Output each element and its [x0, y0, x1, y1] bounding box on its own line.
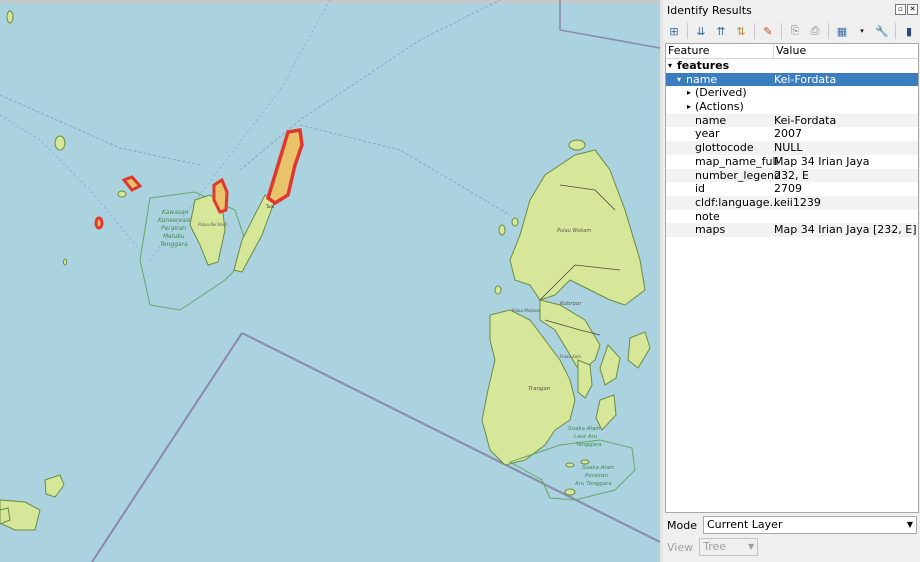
- panel-window-buttons: ▫ ✕: [895, 4, 918, 15]
- derived-label: (Derived): [695, 86, 747, 100]
- help-icon[interactable]: ▮: [902, 24, 916, 38]
- identify-toolbar: ⊞ ⇊ ⇈ ⇅ ✎ ⎘ ⎙ ▦ ▾ 🔧 ▮: [667, 20, 916, 42]
- toolbar-separator: [781, 23, 782, 39]
- attribute-row[interactable]: id 2709: [666, 182, 918, 196]
- label-aru-upper-1: Suaka Alam: [568, 426, 601, 432]
- toolbar-separator: [828, 23, 829, 39]
- label-kawasan-3: Perairan: [161, 225, 186, 232]
- label-tual: Tual: [265, 204, 274, 209]
- attribute-key: cldf:language...: [695, 195, 780, 209]
- float-icon[interactable]: ▫: [895, 4, 906, 15]
- tree-header: Feature Value: [666, 44, 918, 59]
- mode-select[interactable]: Current Layer ▼: [702, 516, 917, 534]
- label-kawasan-4: Maluku: [163, 233, 185, 240]
- attribute-row[interactable]: maps Map 34 Irian Jaya [232, E]: [666, 223, 918, 237]
- dropdown-arrow-icon[interactable]: ▾: [855, 24, 869, 38]
- attribute-key: name: [695, 113, 727, 127]
- mode-value: Current Layer: [706, 518, 783, 531]
- collapse-icon[interactable]: ⇊: [694, 24, 708, 38]
- label-aru-lower-2: Perairan: [585, 473, 608, 479]
- selected-key: name: [686, 72, 718, 86]
- attribute-key: note: [695, 209, 720, 223]
- label-kawasan-1: Kawasan: [162, 209, 189, 216]
- expand-icon[interactable]: ⊞: [667, 24, 681, 38]
- chevron-right-icon[interactable]: ▸: [687, 100, 691, 114]
- attribute-key: year: [695, 127, 720, 141]
- attribute-value: Map 34 Irian Jaya: [774, 154, 870, 168]
- clear-highlight-icon[interactable]: ✎: [761, 24, 775, 38]
- settings-icon[interactable]: 🔧: [875, 24, 889, 38]
- attribute-key: id: [695, 182, 706, 196]
- attribute-row[interactable]: cldf:language... keii1239: [666, 195, 918, 210]
- derived-row[interactable]: ▸ (Derived): [666, 86, 918, 100]
- selected-feature-row[interactable]: ▾ name Kei-Fordata: [666, 72, 918, 87]
- attribute-row[interactable]: name Kei-Fordata: [666, 113, 918, 128]
- label-aru-upper-3: Tenggara: [576, 442, 602, 448]
- form-icon[interactable]: ▦: [835, 24, 849, 38]
- label-pulau-wokam: Pulau Wokam: [557, 228, 591, 234]
- attribute-row[interactable]: map_name_full Map 34 Irian Jaya: [666, 155, 918, 169]
- label-kei-kecil: Pulau Kei Kecil: [198, 222, 228, 227]
- attribute-key: map_name_full: [695, 154, 779, 168]
- features-row[interactable]: ▾ features: [666, 59, 918, 73]
- mode-bar: Mode Current Layer ▼: [667, 515, 917, 535]
- chevron-down-icon[interactable]: ▾: [677, 73, 681, 87]
- results-tree[interactable]: Feature Value ▾ features ▾ name Kei-Ford…: [665, 43, 919, 513]
- attribute-value: Kei-Fordata: [774, 113, 837, 127]
- attribute-value: keii1239: [774, 195, 821, 209]
- identify-results-panel: Identify Results ▫ ✕ ⊞ ⇊ ⇈ ⇅ ✎ ⎘ ⎙ ▦ ▾ 🔧…: [663, 0, 920, 562]
- attribute-key: number_legend: [695, 168, 781, 182]
- toolbar-separator: [687, 23, 688, 39]
- panel-title: Identify Results: [667, 4, 752, 17]
- expand-new-icon[interactable]: ⇈: [714, 24, 728, 38]
- toolbar-separator: [754, 23, 755, 39]
- selected-value: Kei-Fordata: [774, 72, 837, 86]
- label-aru-upper-2: Laut Aru: [574, 434, 598, 440]
- attribute-value: 232, E: [774, 168, 809, 182]
- toolbar-separator: [895, 23, 896, 39]
- view-select[interactable]: Tree ▼: [699, 538, 759, 556]
- collapse-all-icon[interactable]: ⇅: [734, 24, 748, 38]
- attribute-value: 2007: [774, 127, 802, 141]
- label-aru-lower-1: Suaka Alam: [582, 465, 615, 471]
- attribute-value: 2709: [774, 182, 802, 196]
- label-pulau-maikoor: Pulau Maikoor: [512, 308, 541, 313]
- label-aru-lower-3: Aru Tenggara: [574, 481, 612, 487]
- label-pulau-kola: Pulau Kola: [560, 354, 581, 359]
- column-feature[interactable]: Feature: [666, 44, 774, 58]
- label-trangan: Trangan: [528, 386, 551, 392]
- features-label: features: [677, 59, 730, 72]
- chevron-down-icon[interactable]: ▾: [668, 59, 672, 73]
- view-bar: View Tree ▼: [667, 538, 759, 556]
- attribute-row[interactable]: year 2007: [666, 127, 918, 141]
- attribute-row[interactable]: note: [666, 210, 918, 224]
- attribute-row[interactable]: glottocode NULL: [666, 141, 918, 155]
- attribute-value: Map 34 Irian Jaya [232, E]: [774, 223, 916, 237]
- view-value: Tree: [703, 540, 727, 553]
- close-icon[interactable]: ✕: [907, 4, 918, 15]
- chevron-down-icon: ▼: [906, 520, 913, 529]
- actions-row[interactable]: ▸ (Actions): [666, 100, 918, 114]
- highlight-kei-kecil: [212, 177, 229, 214]
- attribute-value: NULL: [774, 141, 803, 155]
- mode-label: Mode: [667, 518, 697, 532]
- map-canvas[interactable]: Kawasan Konservasi Perairan Maluku Tengg…: [0, 0, 660, 562]
- label-kawasan-5: Tenggara: [160, 241, 188, 248]
- view-label: View: [667, 540, 694, 554]
- attribute-key: maps: [695, 223, 726, 237]
- attribute-key: glottocode: [695, 141, 754, 155]
- chevron-right-icon[interactable]: ▸: [687, 86, 691, 100]
- column-value[interactable]: Value: [774, 44, 806, 58]
- chevron-down-icon: ▼: [747, 542, 755, 551]
- print-icon[interactable]: ⎙: [808, 24, 822, 38]
- copy-icon[interactable]: ⎘: [788, 24, 802, 38]
- attribute-row[interactable]: number_legend 232, E: [666, 168, 918, 183]
- label-kawasan-2: Konservasi: [158, 217, 191, 224]
- actions-label: (Actions): [695, 100, 744, 114]
- label-kobroor: Kobroor: [560, 301, 582, 307]
